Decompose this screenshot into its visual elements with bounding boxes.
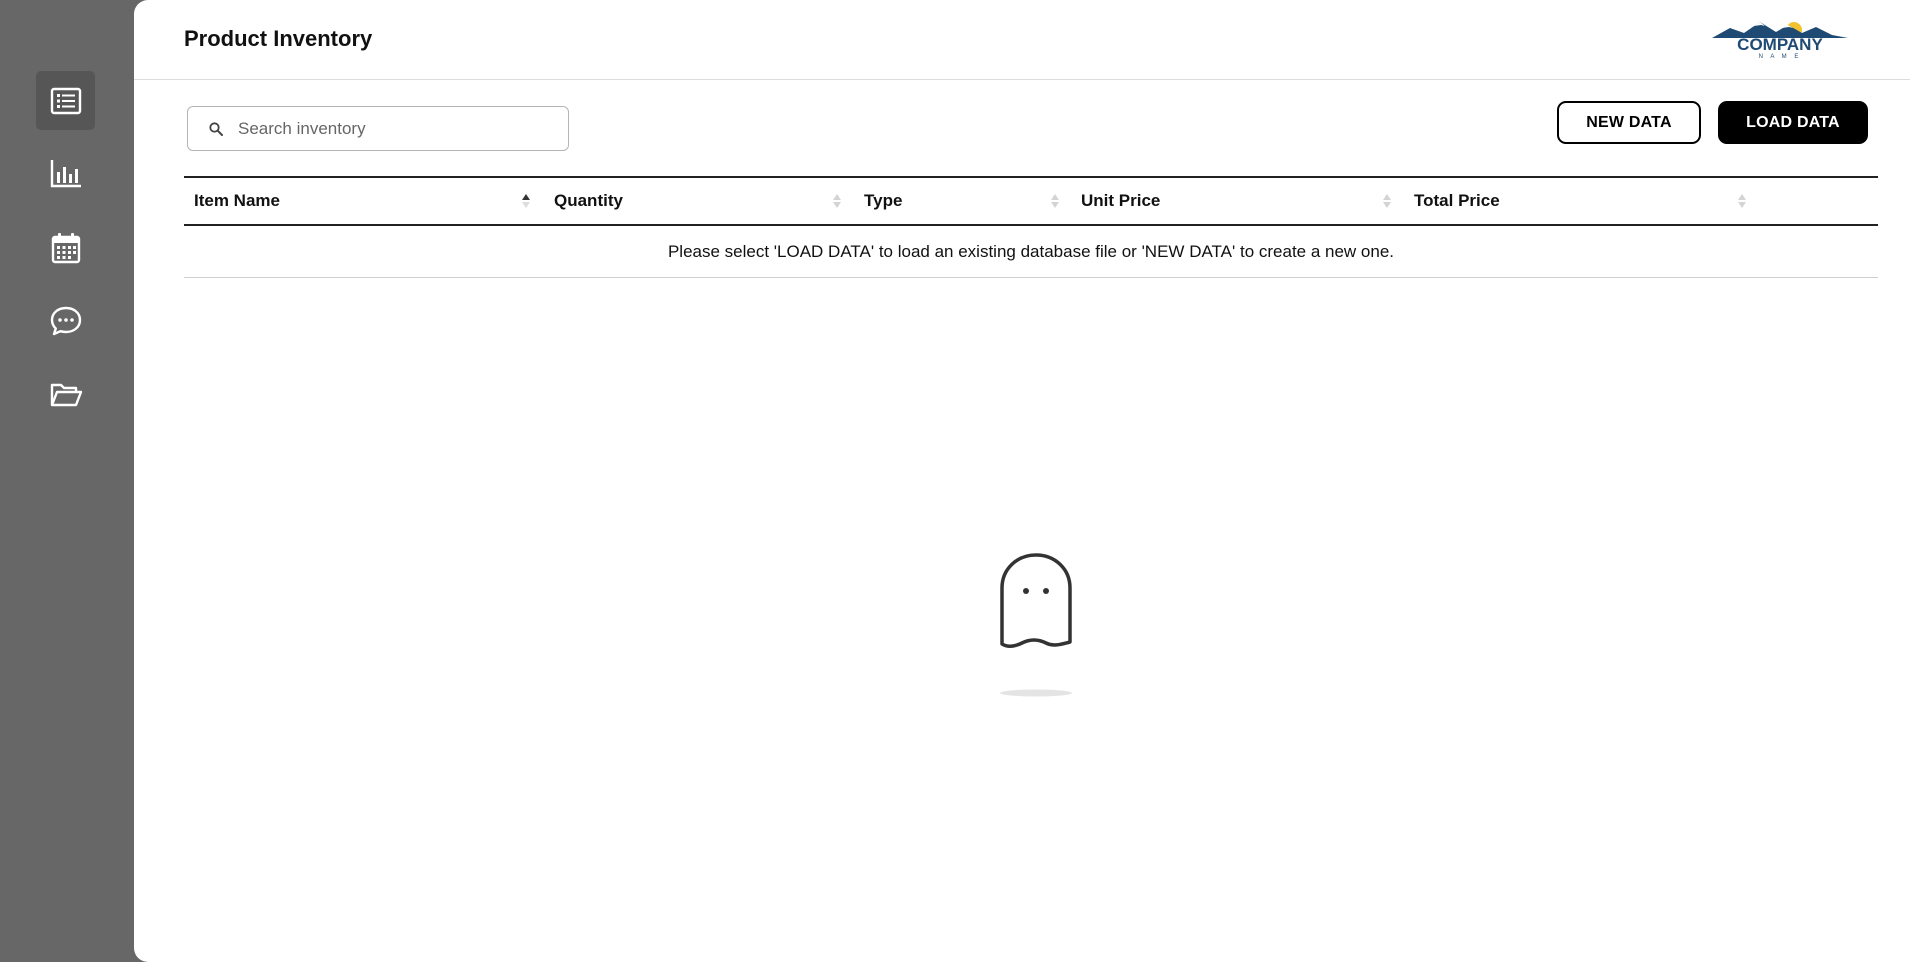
empty-table-message: Please select 'LOAD DATA' to load an exi… xyxy=(184,226,1878,278)
column-header-unit-price[interactable]: Unit Price xyxy=(1081,178,1160,224)
search-input[interactable] xyxy=(238,118,538,139)
column-header-quantity[interactable]: Quantity xyxy=(554,178,623,224)
bar-chart-icon xyxy=(50,159,81,187)
column-label: Item Name xyxy=(194,191,280,210)
folder-open-icon xyxy=(50,383,82,406)
logo-subtext: N A M E xyxy=(1759,54,1802,60)
column-label: Total Price xyxy=(1414,191,1500,210)
sort-icon[interactable] xyxy=(832,192,842,210)
sidebar-item-inventory[interactable] xyxy=(36,71,95,130)
sidebar-item-analytics[interactable] xyxy=(36,143,95,202)
sidebar-item-files[interactable] xyxy=(36,365,95,424)
column-header-item-name[interactable]: Item Name xyxy=(194,178,280,224)
main-panel: Product Inventory COMPANY N A M E NEW DA… xyxy=(134,0,1910,962)
sort-icon[interactable] xyxy=(1382,192,1392,210)
list-icon xyxy=(50,87,81,114)
sidebar xyxy=(0,0,134,962)
calendar-icon xyxy=(51,232,80,263)
top-bar: Product Inventory COMPANY N A M E xyxy=(134,0,1910,80)
sort-asc-icon[interactable] xyxy=(521,192,531,210)
sidebar-item-messages[interactable] xyxy=(36,291,95,350)
new-data-button[interactable]: NEW DATA xyxy=(1557,101,1701,144)
company-logo: COMPANY N A M E xyxy=(1712,22,1848,60)
sort-icon[interactable] xyxy=(1737,192,1747,210)
logo-text: COMPANY xyxy=(1737,35,1823,54)
sidebar-item-calendar[interactable] xyxy=(36,218,95,277)
sort-icon[interactable] xyxy=(1050,192,1060,210)
inventory-table: Item Name Quantity Type Unit Price Total… xyxy=(184,176,1878,278)
column-label: Type xyxy=(864,191,903,210)
chat-icon xyxy=(50,306,81,335)
load-data-button[interactable]: LOAD DATA xyxy=(1718,101,1868,144)
page-title: Product Inventory xyxy=(184,26,373,51)
column-label: Quantity xyxy=(554,191,623,210)
search-box[interactable] xyxy=(187,106,569,151)
table-header: Item Name Quantity Type Unit Price Total… xyxy=(184,176,1878,226)
column-header-type[interactable]: Type xyxy=(864,178,902,224)
search-icon xyxy=(209,121,223,136)
column-header-total-price[interactable]: Total Price xyxy=(1414,178,1500,224)
ghost-icon xyxy=(1000,553,1072,697)
column-label: Unit Price xyxy=(1081,191,1161,210)
